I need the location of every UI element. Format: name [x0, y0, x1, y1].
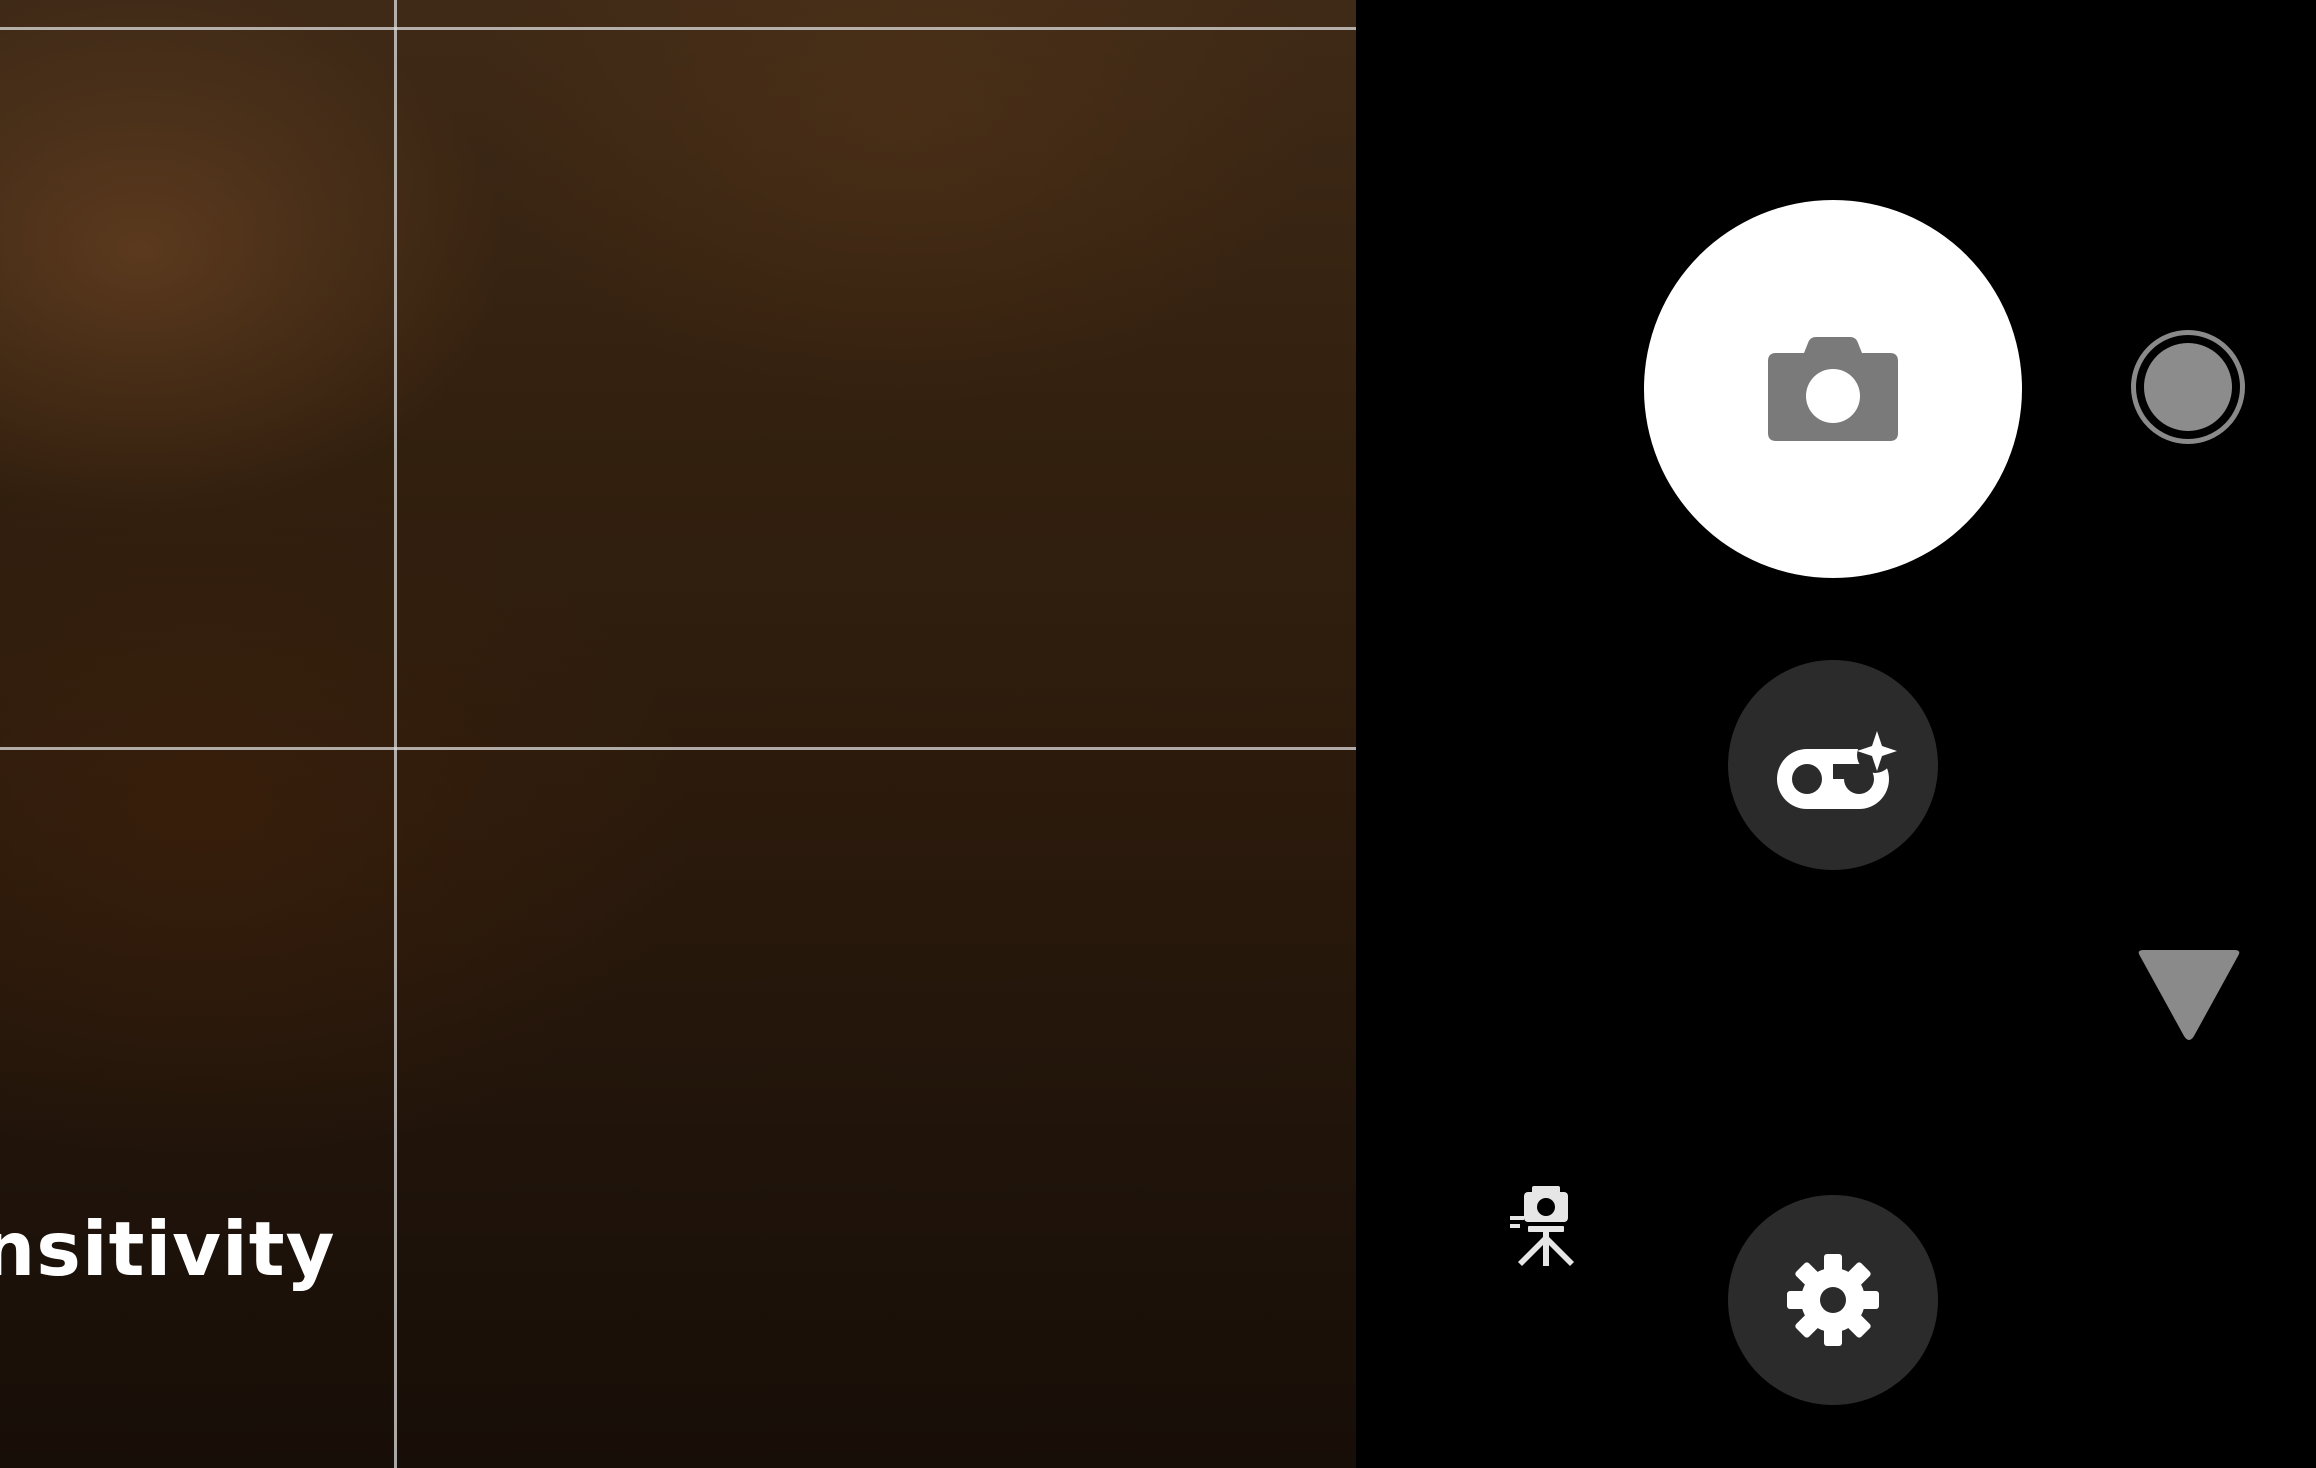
shutter-button[interactable]: [1644, 200, 2022, 578]
gear-icon: [1787, 1254, 1879, 1346]
tripod-mode-button[interactable]: [1508, 1180, 1584, 1268]
camera-icon: [1768, 337, 1898, 441]
mode-button[interactable]: [1728, 660, 1938, 870]
expand-options-button[interactable]: [2136, 950, 2242, 1042]
viewfinder-overlay-label: ensitivity: [0, 1205, 336, 1293]
thumbnail-preview: [2144, 343, 2232, 431]
camera-screen: ensitivity: [0, 0, 2316, 1468]
triangle-down-icon: [2138, 950, 2240, 1040]
settings-button[interactable]: [1728, 1195, 1938, 1405]
grid-line-horizontal-top: [0, 27, 1356, 30]
grid-line-vertical-left: [394, 0, 397, 1468]
viewfinder[interactable]: ensitivity: [0, 0, 1356, 1468]
tripod-camera-icon: [1510, 1186, 1574, 1266]
last-photo-thumbnail[interactable]: [2131, 330, 2245, 444]
mode-sparkle-icon: [1777, 731, 1897, 809]
grid-line-horizontal-middle: [0, 747, 1356, 750]
